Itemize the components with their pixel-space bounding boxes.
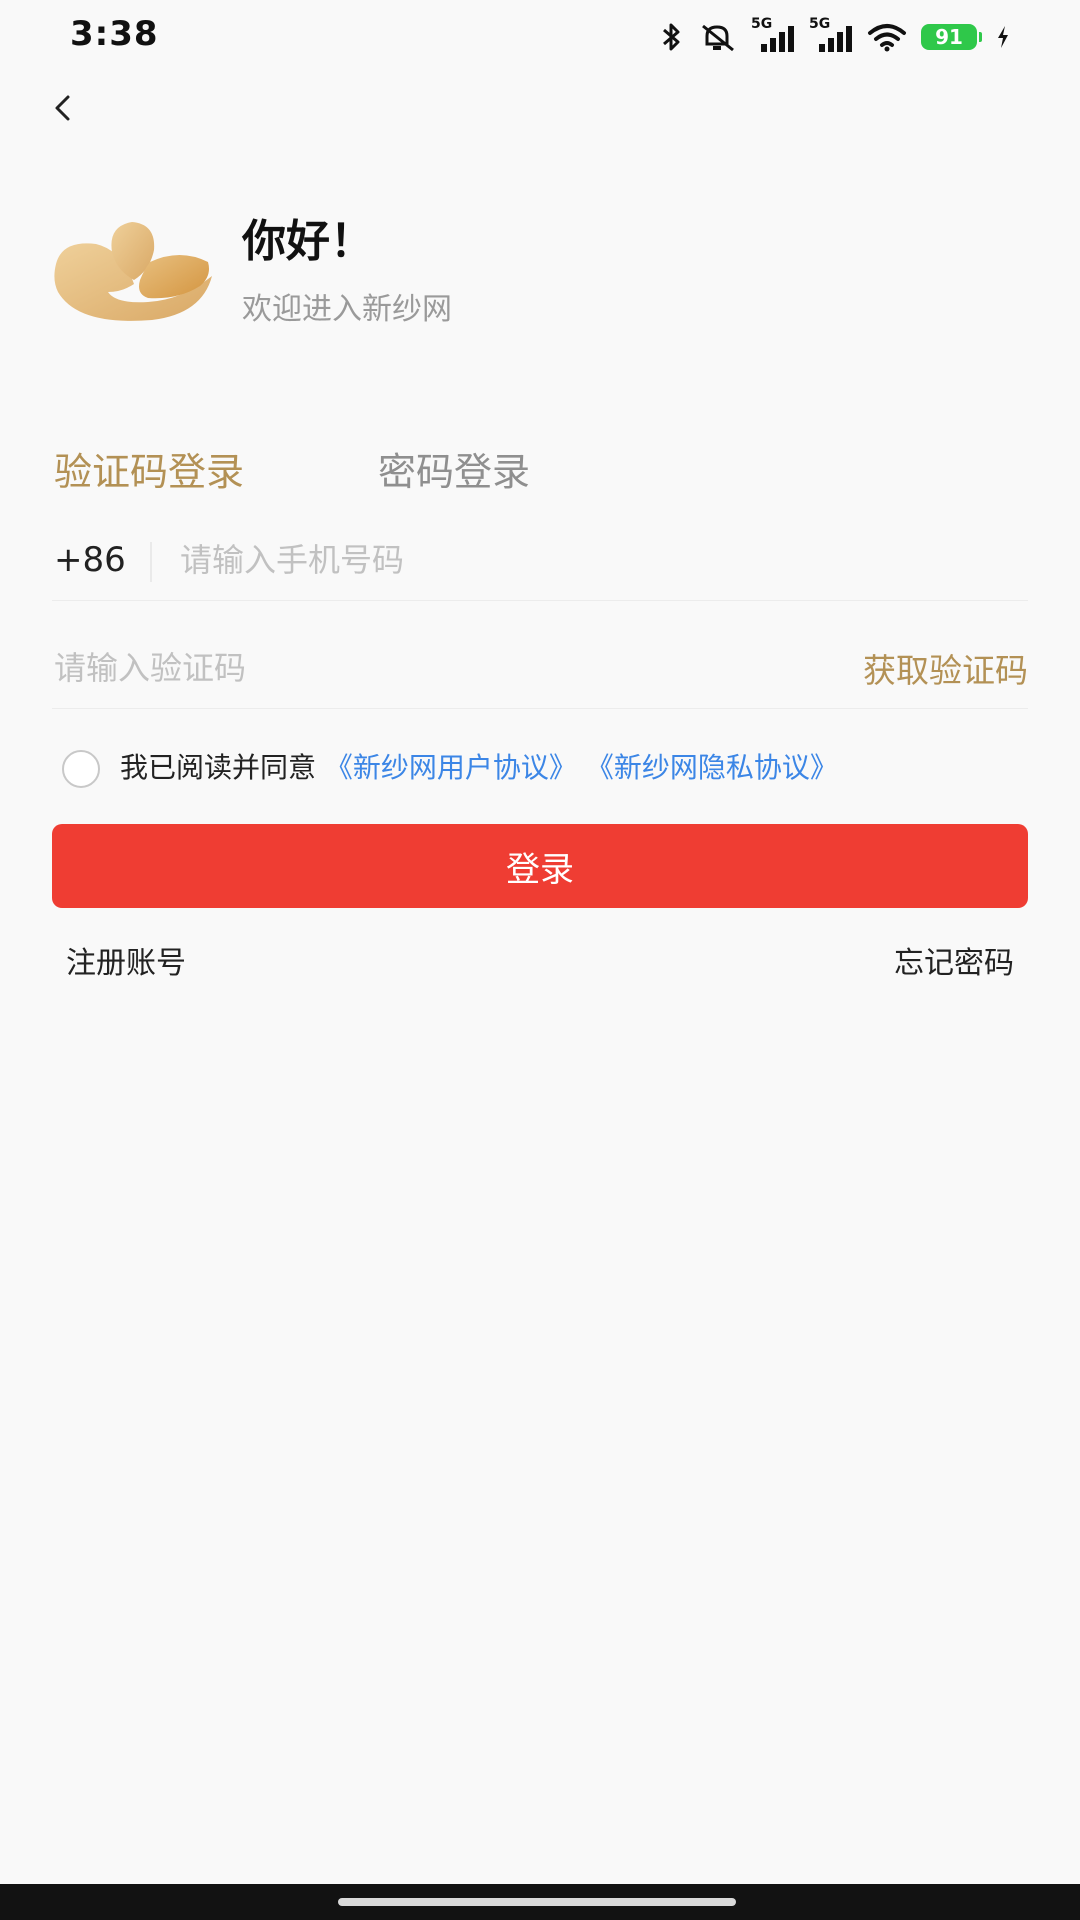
agreement-text: 我已阅读并同意 《新纱网用户协议》 《新纱网隐私协议》 xyxy=(120,746,838,786)
home-indicator[interactable] xyxy=(338,1898,736,1906)
get-code-button[interactable]: 获取验证码 xyxy=(863,644,1028,692)
agreement-checkbox[interactable] xyxy=(62,750,100,788)
battery-level: 91 xyxy=(921,24,977,50)
country-code[interactable]: +86 xyxy=(54,540,126,580)
privacy-agreement-link[interactable]: 《新纱网隐私协议》 xyxy=(586,751,838,784)
battery-icon: 91 xyxy=(921,24,982,50)
login-button[interactable]: 登录 xyxy=(52,824,1028,908)
greeting-title: 你好！ xyxy=(242,216,374,267)
bluetooth-icon xyxy=(663,23,680,51)
verification-code-input[interactable] xyxy=(54,642,754,694)
code-row: 获取验证码 xyxy=(52,632,1028,709)
signal-5g-icon: 5G xyxy=(751,16,795,54)
charging-icon xyxy=(998,26,1008,48)
status-time: 3:38 xyxy=(70,14,159,54)
divider xyxy=(150,542,152,582)
status-icons: 5G 5G 91 xyxy=(659,16,1010,58)
phone-row: +86 xyxy=(52,524,1028,601)
welcome-subtitle: 欢迎进入新纱网 xyxy=(242,292,452,327)
phone-input[interactable] xyxy=(180,534,1020,586)
agreement-prefix: 我已阅读并同意 xyxy=(120,751,317,784)
register-link[interactable]: 注册账号 xyxy=(66,938,186,982)
wifi-icon xyxy=(868,24,906,52)
chevron-left-icon xyxy=(55,95,70,121)
app-logo xyxy=(52,218,216,322)
forgot-password-link[interactable]: 忘记密码 xyxy=(894,938,1014,982)
back-button[interactable] xyxy=(40,86,84,130)
user-agreement-link[interactable]: 《新纱网用户协议》 xyxy=(325,751,577,784)
mute-icon xyxy=(702,24,734,52)
signal-5g-icon: 5G xyxy=(809,16,853,54)
tab-password-login[interactable]: 密码登录 xyxy=(378,441,530,496)
tab-code-login[interactable]: 验证码登录 xyxy=(54,441,244,496)
